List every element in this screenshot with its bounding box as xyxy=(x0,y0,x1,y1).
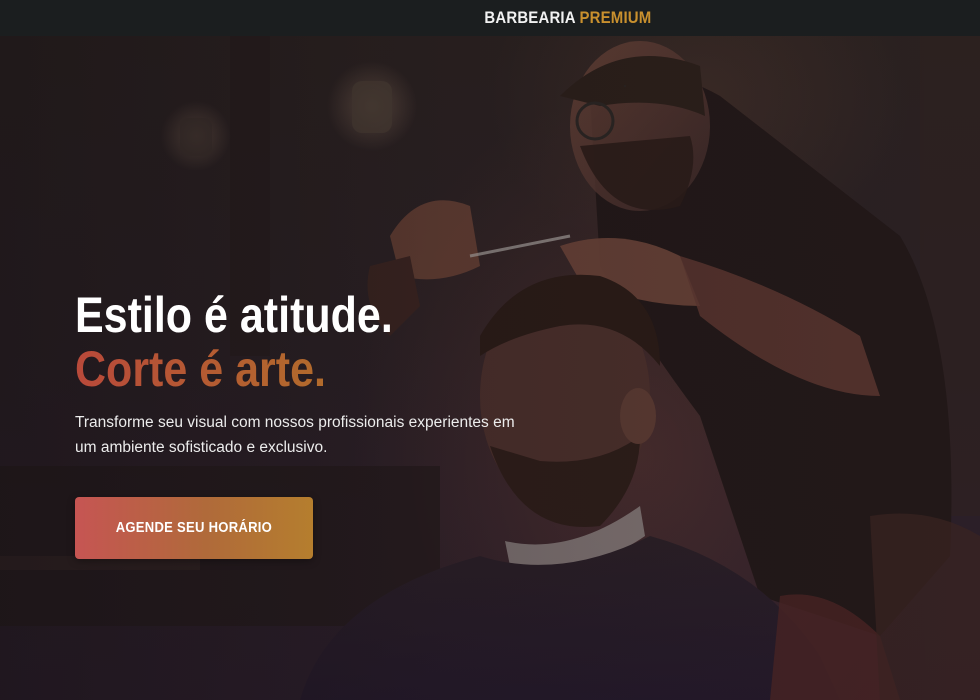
brand-accent: PREMIUM xyxy=(579,8,652,27)
hero-headline: Estilo é atitude. Corte é arte. xyxy=(75,288,479,396)
headline-line-2: Corte é arte. xyxy=(75,342,479,396)
brand-logo[interactable]: BARBEARIA PREMIUM xyxy=(484,8,651,28)
hero-content: Estilo é atitude. Corte é arte. Transfor… xyxy=(75,288,545,559)
top-header: BARBEARIA PREMIUM xyxy=(0,0,980,36)
brand-name: BARBEARIA xyxy=(483,8,575,27)
hero-section: Estilo é atitude. Corte é arte. Transfor… xyxy=(0,36,980,700)
schedule-button[interactable]: AGENDE SEU HORÁRIO xyxy=(75,497,313,559)
hero-subtitle: Transforme seu visual com nossos profiss… xyxy=(75,414,515,456)
headline-line-1: Estilo é atitude. xyxy=(75,287,393,343)
schedule-button-label: AGENDE SEU HORÁRIO xyxy=(115,520,273,536)
